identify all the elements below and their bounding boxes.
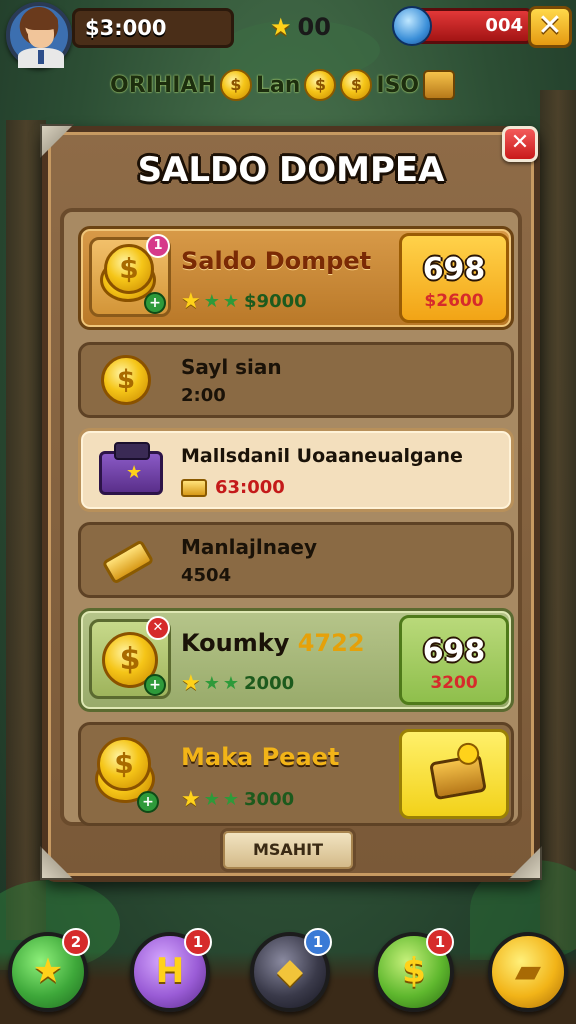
ticker-text-1: ORIHIAH [110, 72, 216, 98]
list-item[interactable]: $ ✕ + Koumky 4722 ★ ★ ★ 2000 698 3200 [78, 608, 514, 712]
rating-stars: ★ ★ ★ 3000 [181, 787, 294, 812]
price-minor: 3200 [430, 673, 478, 693]
reward-amount: 2000 [244, 673, 295, 694]
coin-icon: $ [97, 737, 151, 791]
star-count: 00 [297, 13, 331, 41]
plus-icon: + [137, 791, 159, 813]
nav-badge: 1 [184, 928, 212, 956]
green-star-icon: ★ [203, 789, 220, 810]
panel-title: SALDO DOMPEA [137, 150, 445, 190]
price-button[interactable]: 698 3200 [399, 615, 509, 705]
confirm-button[interactable]: MSAHIT [220, 828, 356, 872]
chest-icon [423, 70, 456, 100]
coin-icon: $ [340, 69, 373, 101]
nav-badge: 1 [304, 928, 332, 956]
star-icon: ★ [126, 462, 143, 483]
green-star-icon: ★ [222, 673, 240, 694]
coin-icon [455, 741, 481, 767]
star-icon: ★ [181, 671, 201, 696]
notification-badge: 1 [146, 234, 170, 258]
tree-trunk [6, 120, 46, 940]
ticker-text-2: Lan [255, 72, 301, 98]
star-counter: ★ 00 [270, 10, 331, 44]
list-item[interactable]: ★ Mallsdanil Uoaaneualgane 63:000 [78, 428, 514, 512]
gold-bar-icon [181, 479, 207, 497]
row-title: Manlajlnaey [181, 535, 318, 559]
star-icon: ★ [181, 787, 201, 812]
nav-badge: 1 [426, 928, 454, 956]
row-title-wrap: Koumky 4722 [181, 629, 365, 657]
row-value: 2:00 [181, 385, 226, 406]
coin-icon: $ [219, 69, 252, 101]
coin-stack-tile: $ ✕ + [89, 616, 171, 699]
green-star-icon: ★ [222, 789, 240, 810]
tree-trunk [540, 90, 576, 950]
coin-stack-tile: $ 1 + [89, 234, 171, 317]
list-item[interactable]: $ 1 + Saldo Dompet ★ ★ ★ $9000 698 $2600 [78, 226, 514, 330]
money-counter: $3:000 [72, 8, 234, 48]
reward-amount: 3000 [244, 789, 295, 810]
notification-badge: ✕ [146, 616, 170, 640]
star-icon: ★ [32, 951, 64, 991]
price-main: 698 [422, 252, 486, 287]
coin-icon: $ [304, 69, 337, 101]
green-star-icon: ★ [222, 291, 240, 312]
nav-ticket-button[interactable]: ▰ [488, 932, 568, 1012]
panel-inner: $ 1 + Saldo Dompet ★ ★ ★ $9000 698 $2600… [60, 208, 522, 826]
wallet-panel: SALDO DOMPEA $ 1 + Saldo Dompet ★ ★ ★ $9… [40, 124, 542, 882]
treasure-button[interactable] [399, 729, 509, 819]
rating-stars: ★ ★ ★ $9000 [181, 289, 307, 314]
avatar-hair [24, 12, 58, 30]
top-close-button[interactable]: ✕ [528, 6, 572, 48]
list-item[interactable]: Manlajlnaey 4504 [78, 522, 514, 598]
row-value: 63:000 [215, 477, 285, 498]
row-value: 4504 [181, 565, 232, 586]
nav-badge: 2 [62, 928, 90, 956]
rating-stars: ★ ★ ★ 2000 [181, 671, 294, 696]
row-title: Saldo Dompet [181, 247, 372, 275]
list-item[interactable]: $ + Maka Peaet ★ ★ ★ 3000 [78, 722, 514, 826]
currency-ticker: ORIHIAH $ Lan $ $ ISO [110, 64, 456, 106]
coin-icon: $ [101, 355, 151, 405]
gold-bar-icon [101, 539, 155, 585]
ticket-icon: ▰ [514, 951, 542, 991]
avatar-tie [38, 50, 44, 64]
panel-close-button[interactable]: ✕ [502, 126, 538, 162]
h-icon: H [155, 951, 185, 991]
green-star-icon: ★ [203, 673, 220, 694]
panel-corner [508, 846, 542, 880]
plus-icon: + [144, 292, 166, 314]
star-icon: ★ [270, 13, 292, 41]
plus-icon: + [144, 674, 166, 696]
treasure-chest-icon [429, 741, 487, 801]
reward-amount: $9000 [244, 291, 307, 312]
price-button[interactable]: 698 $2600 [399, 233, 509, 323]
box-icon: ◆ [276, 951, 304, 991]
row-title: Sayl sian [181, 355, 282, 379]
star-icon: ★ [181, 289, 201, 314]
wallet-icon: ★ [99, 442, 163, 495]
dollar-icon: $ [402, 951, 426, 991]
row-title: Maka Peaet [181, 743, 340, 771]
list-item[interactable]: $ Sayl sian 2:00 [78, 342, 514, 418]
player-avatar[interactable] [6, 2, 72, 68]
price-main: 698 [422, 634, 486, 669]
gem-icon [392, 6, 432, 46]
row-title: Koumky [181, 629, 290, 657]
row-title: Mallsdanil Uoaaneualgane [181, 445, 463, 467]
row-title-accent: 4722 [297, 629, 365, 657]
price-minor: $2600 [424, 291, 484, 311]
green-star-icon: ★ [203, 291, 220, 312]
ticker-text-3: ISO [376, 72, 420, 98]
wallet-screen [114, 442, 150, 460]
panel-corner [40, 846, 74, 880]
